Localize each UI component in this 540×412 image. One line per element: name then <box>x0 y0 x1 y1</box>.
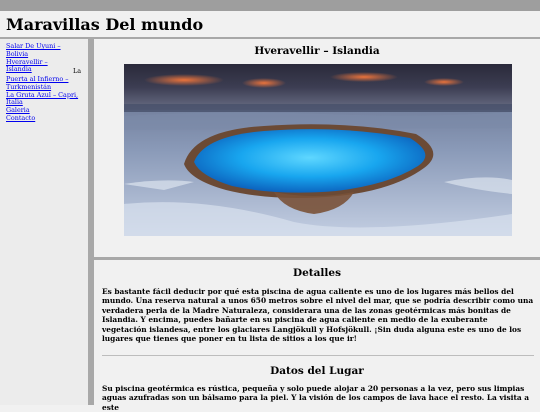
sidebar-nav: Salar De Uyuni – Bolivia Hveravellir – I… <box>0 39 88 405</box>
content-rule <box>102 355 534 356</box>
nav-link-salar-de-uyuni[interactable]: Salar De Uyuni – Bolivia <box>6 42 61 58</box>
nav-link-gruta-azul[interactable]: La Gruta Azul – Capri, Italia <box>6 91 78 107</box>
page-title: Hveravellir – Islandia <box>254 45 380 57</box>
nav-stray-text: La <box>73 67 82 75</box>
datos-paragraph: Su piscina geotérmica es rústica, pequeñ… <box>102 384 530 412</box>
details-heading: Detalles <box>292 267 341 279</box>
window-top-bar <box>0 0 540 11</box>
section-divider <box>94 257 540 260</box>
nav-link-puerta-al-infierno[interactable]: Puerta al Infierno – Turkmenistán <box>6 75 68 91</box>
site-header: Maravillas Del mundo <box>0 11 540 39</box>
details-paragraph: Es bastante fácil deducir por qué esta p… <box>102 287 534 344</box>
main-content: Hveravellir – Islandia Detalles Es basta… <box>94 39 540 412</box>
nav-link-galeria[interactable]: Galeria <box>6 106 30 114</box>
site-title: Maravillas Del mundo <box>6 15 204 34</box>
datos-heading: Datos del Lugar <box>270 365 364 377</box>
nav-link-contacto[interactable]: Contacto <box>6 114 35 122</box>
nav-link-hveravellir[interactable]: Hveravellir – Islandia <box>6 58 48 74</box>
hveravellir-photo <box>124 64 512 236</box>
